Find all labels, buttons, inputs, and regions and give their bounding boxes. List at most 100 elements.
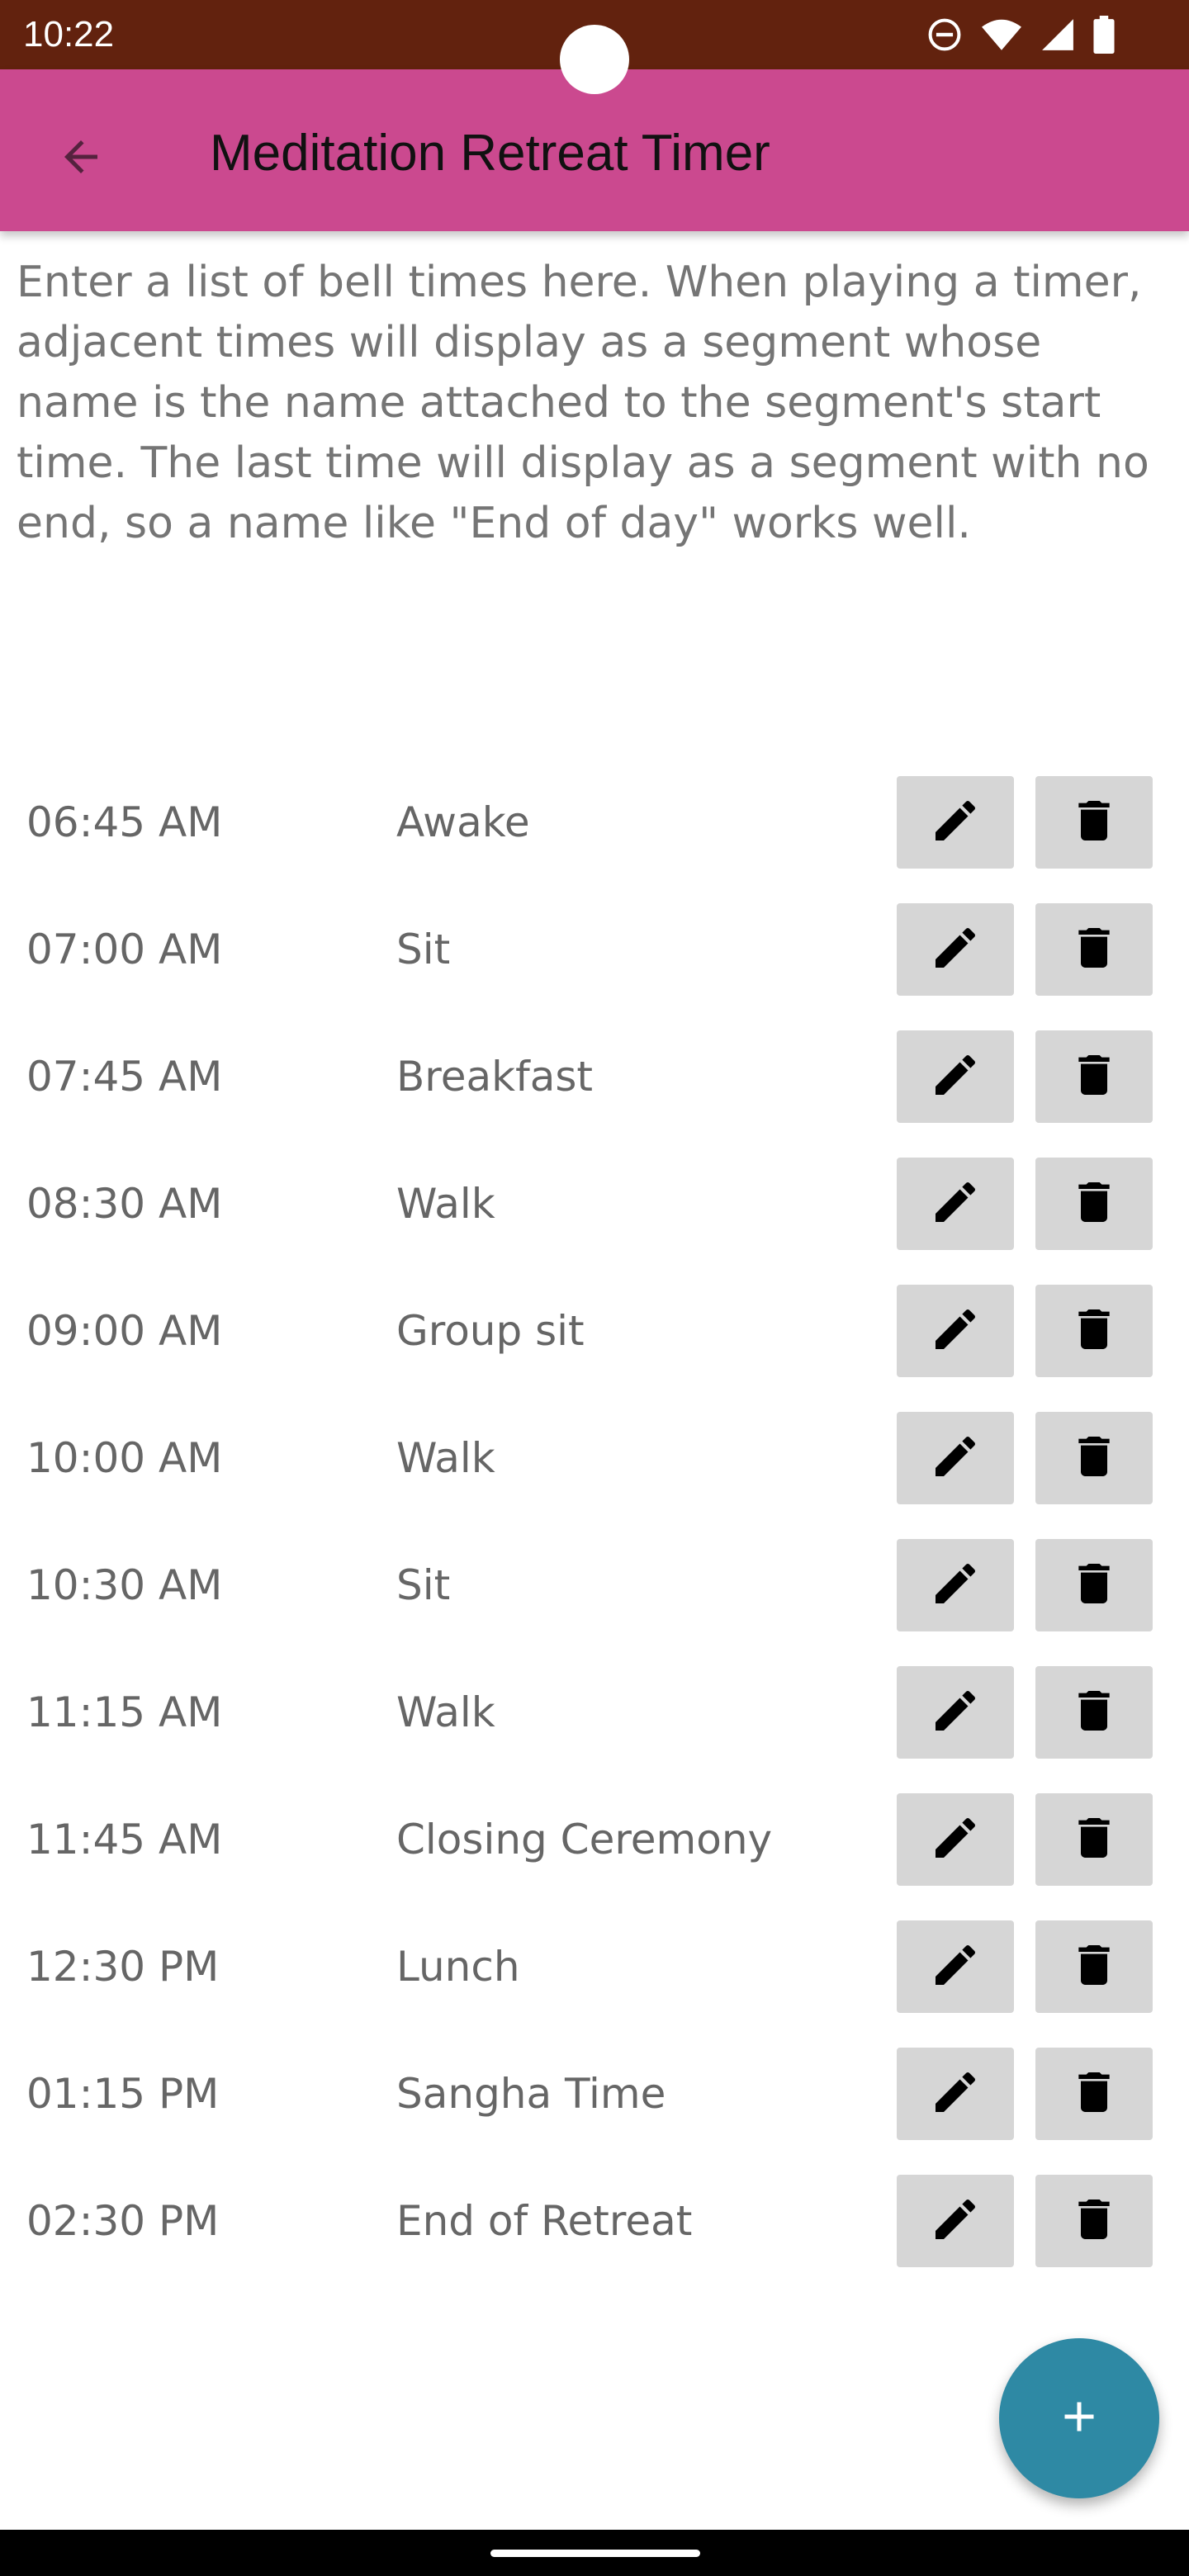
delete-bell-button[interactable] — [1035, 1666, 1153, 1759]
bell-row: 11:45 AM Closing Ceremony — [0, 1777, 1189, 1904]
pencil-icon — [929, 1430, 982, 1487]
trash-icon — [1068, 1303, 1120, 1360]
edit-bell-button[interactable] — [897, 1539, 1014, 1631]
bell-name: Walk — [396, 1180, 495, 1228]
page-title: Meditation Retreat Timer — [210, 125, 770, 182]
cellular-signal-icon — [1040, 17, 1075, 53]
bell-name: Walk — [396, 1688, 495, 1736]
trash-icon — [1068, 921, 1120, 978]
status-bar: 10:22 — [0, 0, 1189, 94]
delete-bell-button[interactable] — [1035, 1412, 1153, 1504]
bell-row: 06:45 AM Awake — [0, 760, 1189, 887]
delete-bell-button[interactable] — [1035, 1793, 1153, 1886]
battery-icon — [1093, 16, 1115, 54]
bell-row: 07:45 AM Breakfast — [0, 1014, 1189, 1141]
add-bell-button[interactable] — [999, 2338, 1159, 2498]
trash-icon — [1068, 1049, 1120, 1106]
trash-icon — [1068, 1176, 1120, 1233]
bell-time: 10:00 AM — [26, 1434, 223, 1482]
bell-list: 06:45 AM Awake 07:00 AM Sit 07:45 AM Bre… — [0, 760, 1189, 2285]
trash-icon — [1068, 1939, 1120, 1996]
status-time: 10:22 — [23, 14, 115, 54]
edit-bell-button[interactable] — [897, 1793, 1014, 1886]
delete-bell-button[interactable] — [1035, 1539, 1153, 1631]
trash-icon — [1068, 1684, 1120, 1741]
pencil-icon — [929, 1684, 982, 1741]
edit-bell-button[interactable] — [897, 903, 1014, 996]
pencil-icon — [929, 1049, 982, 1106]
delete-bell-button[interactable] — [1035, 1030, 1153, 1123]
pencil-icon — [929, 794, 982, 851]
pencil-icon — [929, 921, 982, 978]
bell-time: 09:00 AM — [26, 1307, 223, 1355]
bell-name: Closing Ceremony — [396, 1816, 773, 1863]
bell-name: Sit — [396, 1561, 451, 1609]
bell-name: Breakfast — [396, 1053, 594, 1101]
delete-bell-button[interactable] — [1035, 1920, 1153, 2013]
pencil-icon — [929, 1939, 982, 1996]
bell-time: 12:30 PM — [26, 1943, 220, 1991]
bell-row: 08:30 AM Walk — [0, 1141, 1189, 1268]
bell-name: Sit — [396, 926, 451, 973]
bell-name: Walk — [396, 1434, 495, 1482]
trash-icon — [1068, 794, 1120, 851]
bell-row: 12:30 PM Lunch — [0, 1904, 1189, 2031]
edit-bell-button[interactable] — [897, 776, 1014, 869]
arrow-back-icon — [56, 132, 106, 186]
bell-time: 02:30 PM — [26, 2197, 220, 2245]
bell-name: Awake — [396, 798, 530, 846]
intro-text: Enter a list of bell times here. When pl… — [17, 258, 1149, 548]
bell-time: 08:30 AM — [26, 1180, 223, 1228]
bell-name: Group sit — [396, 1307, 585, 1355]
trash-icon — [1068, 1430, 1120, 1487]
edit-bell-button[interactable] — [897, 1666, 1014, 1759]
delete-bell-button[interactable] — [1035, 2175, 1153, 2267]
bell-row: 10:00 AM Walk — [0, 1395, 1189, 1522]
bell-time: 07:00 AM — [26, 926, 223, 973]
wifi-icon — [981, 17, 1022, 53]
bell-name: End of Retreat — [396, 2197, 693, 2245]
delete-bell-button[interactable] — [1035, 1285, 1153, 1377]
trash-icon — [1068, 2193, 1120, 2250]
pencil-icon — [929, 1176, 982, 1233]
trash-icon — [1068, 2066, 1120, 2123]
navigation-bar — [0, 2530, 1189, 2576]
status-icons — [926, 15, 1115, 54]
bell-time: 11:45 AM — [26, 1816, 223, 1863]
delete-bell-button[interactable] — [1035, 1158, 1153, 1250]
pencil-icon — [929, 1303, 982, 1360]
edit-bell-button[interactable] — [897, 1030, 1014, 1123]
bell-time: 11:15 AM — [26, 1688, 223, 1736]
bell-row: 02:30 PM End of Retreat — [0, 2158, 1189, 2285]
pencil-icon — [929, 2066, 982, 2123]
bell-row: 09:00 AM Group sit — [0, 1268, 1189, 1395]
camera-cutout — [560, 25, 629, 94]
bell-time: 06:45 AM — [26, 798, 223, 846]
pencil-icon — [929, 1811, 982, 1868]
pencil-icon — [929, 1557, 982, 1614]
edit-bell-button[interactable] — [897, 1285, 1014, 1377]
bell-time: 10:30 AM — [26, 1561, 223, 1609]
bell-name: Sangha Time — [396, 2070, 666, 2118]
edit-bell-button[interactable] — [897, 2175, 1014, 2267]
edit-bell-button[interactable] — [897, 2048, 1014, 2140]
pencil-icon — [929, 2193, 982, 2250]
bell-time: 07:45 AM — [26, 1053, 223, 1101]
delete-bell-button[interactable] — [1035, 2048, 1153, 2140]
edit-bell-button[interactable] — [897, 1920, 1014, 2013]
plus-icon — [1054, 2392, 1104, 2446]
bell-time: 01:15 PM — [26, 2070, 220, 2118]
delete-bell-button[interactable] — [1035, 903, 1153, 996]
delete-bell-button[interactable] — [1035, 776, 1153, 869]
bell-row: 10:30 AM Sit — [0, 1522, 1189, 1650]
do-not-disturb-icon — [926, 17, 963, 53]
trash-icon — [1068, 1811, 1120, 1868]
back-button[interactable] — [40, 117, 122, 200]
edit-bell-button[interactable] — [897, 1158, 1014, 1250]
bell-row: 07:00 AM Sit — [0, 887, 1189, 1014]
home-gesture-handle[interactable] — [490, 2550, 700, 2557]
bell-name: Lunch — [396, 1943, 520, 1991]
bell-row: 11:15 AM Walk — [0, 1650, 1189, 1777]
edit-bell-button[interactable] — [897, 1412, 1014, 1504]
trash-icon — [1068, 1557, 1120, 1614]
